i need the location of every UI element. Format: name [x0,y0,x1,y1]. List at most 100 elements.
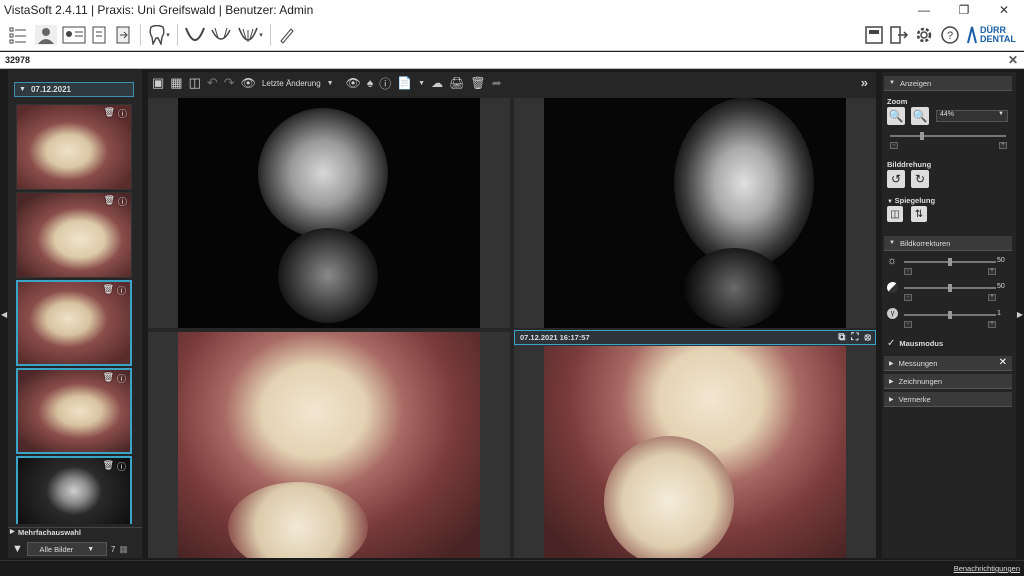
patient-card-icon[interactable] [60,23,88,47]
archive-icon[interactable] [862,23,886,47]
rotate-left-icon[interactable]: ↺ [887,170,905,188]
collapse-arrow-icon: ▶ [889,360,894,367]
open-external-icon[interactable]: ⧉ [838,332,845,343]
image-pane-top-right[interactable] [514,98,876,328]
jaw-upper-icon[interactable] [182,23,208,47]
help-icon[interactable]: ? [938,23,962,47]
image-filter-select[interactable]: Alle Bilder ▼ [26,542,107,556]
trash-icon[interactable]: 🗑 [104,107,115,118]
brightness-plus-button[interactable]: + [988,268,996,275]
delete-icon[interactable]: 🗑 [470,76,485,90]
cloud-icon[interactable]: ☁ [431,76,443,90]
section-zeichnungen[interactable]: ▶ Zeichnungen [884,374,1012,389]
close-icon[interactable]: ✕ [984,0,1024,20]
share-icon[interactable]: ➦ [492,76,502,90]
image-pane-bottom-left[interactable] [148,332,510,558]
gamma-minus-button[interactable]: - [904,321,912,328]
chevron-down-icon[interactable]: ▼ [418,80,425,87]
thumbnail-item[interactable]: 🗑 ⓘ [16,456,132,524]
patient-list-icon[interactable] [4,23,32,47]
gamma-slider[interactable] [904,311,996,319]
compare-eye-icon[interactable]: 👁 [346,76,361,90]
gallery-icon[interactable]: ▦ [119,544,128,555]
gamma-icon: γ [887,308,898,319]
main-area: ◀ ▶ ▼ 07.12.2021 🗑 ⓘ 🗑 ⓘ 🗑 ⓘ 🗑 ⓘ 🗑 ⓘ ▶ M… [0,70,1024,560]
restore-icon[interactable]: ❐ [944,0,984,20]
section-zeichnungen-label: Zeichnungen [898,376,942,386]
document-icon[interactable]: 📄 [397,76,412,90]
clear-measurements-icon[interactable]: ✕ [999,357,1007,368]
jaw-full-icon[interactable]: ▾ [234,23,266,47]
image-pane-top-left[interactable] [148,98,510,328]
document-edit-icon[interactable] [88,23,112,47]
fullscreen-icon[interactable]: ⛶ [851,332,858,343]
trash-icon[interactable]: 🗑 [104,195,115,206]
redo-icon[interactable]: ↷ [224,75,235,91]
logout-icon[interactable] [888,23,910,47]
history-label[interactable]: Letzte Änderung [262,79,321,88]
zoom-minus-button[interactable]: - [890,142,898,149]
chevron-down-icon[interactable]: ▼ [327,80,334,87]
contrast-plus-button[interactable]: + [988,294,996,301]
tooth-icon[interactable]: ▾ [145,23,173,47]
collapse-left-icon[interactable]: ◀ [1,310,7,319]
info-icon[interactable]: ⓘ [117,284,126,297]
thumbnail-item[interactable]: 🗑 ⓘ [16,192,132,278]
contrast-minus-button[interactable]: - [904,294,912,301]
section-anzeigen[interactable]: ▼ Anzeigen [884,76,1012,91]
expand-panel-icon[interactable]: » [861,75,868,90]
section-bildkorrekturen[interactable]: ▼ Bildkorrekturen [884,236,1012,251]
section-messungen[interactable]: ▶ Messungen ✕ [884,356,1012,371]
filter-icon[interactable]: ▼ [12,543,23,555]
jaw-lower-icon[interactable] [208,23,234,47]
patient-icon[interactable] [32,23,60,47]
trash-icon[interactable]: 🗑 [103,284,114,295]
trash-icon[interactable]: 🗑 [103,372,114,383]
info-icon[interactable]: ⓘ [118,107,127,120]
zoom-in-icon[interactable]: 🔍 [887,107,905,125]
brightness-value: 50 [997,257,1005,264]
rotate-right-icon[interactable]: ↻ [911,170,929,188]
info-circle-icon[interactable]: ⓘ [379,75,391,92]
gamma-plus-button[interactable]: + [988,321,996,328]
thumbnail-list: 🗑 ⓘ 🗑 ⓘ 🗑 ⓘ 🗑 ⓘ 🗑 ⓘ [16,104,134,524]
info-icon[interactable]: ⓘ [117,372,126,385]
thumbnail-item[interactable]: 🗑 ⓘ [16,368,132,454]
tooth-info-icon[interactable]: ♠ [367,76,373,90]
minimize-icon[interactable]: — [904,0,944,20]
info-icon[interactable]: ⓘ [118,195,127,208]
export-document-icon[interactable] [112,23,136,47]
mirror-horizontal-icon[interactable]: ◫ [887,206,903,222]
date-group-header[interactable]: ▼ 07.12.2021 [14,82,134,97]
collapse-right-icon[interactable]: ▶ [1017,310,1023,319]
layout-single-icon[interactable]: ▦ [170,75,182,91]
brightness-minus-button[interactable]: - [904,268,912,275]
pen-icon[interactable] [275,23,299,47]
zoom-plus-button[interactable]: + [999,142,1007,149]
brightness-slider[interactable] [904,258,996,266]
print-icon[interactable]: 🖨 [449,76,464,90]
camera-icon[interactable]: ▣ [152,75,164,91]
contrast-slider[interactable] [904,284,996,292]
section-vermerke[interactable]: ▶ Vermerke [884,392,1012,407]
trash-icon[interactable]: 🗑 [103,460,114,471]
info-icon[interactable]: ⓘ [117,460,126,473]
thumbnail-item[interactable]: 🗑 ⓘ [16,280,132,366]
mouse-mode-toggle[interactable]: ✓ Mausmodus [887,338,943,349]
eye-icon[interactable]: 👁 [241,76,256,90]
xray-image [544,98,846,328]
undo-icon[interactable]: ↶ [207,75,218,91]
notifications-link[interactable]: Benachrichtigungen [954,564,1020,573]
close-pane-icon[interactable]: ⦻ [864,332,871,343]
patient-bar-close-icon[interactable]: ✕ [1008,53,1018,67]
multi-select-toggle[interactable]: ▶ Mehrfachauswahl [8,527,142,539]
mirror-vertical-icon[interactable]: ⇅ [911,206,927,222]
image-pane-bottom-right[interactable]: 07.12.2021 16:17:57 ⧉ ⛶ ⦻ [514,330,876,558]
zoom-label: Zoom [887,97,908,106]
layout-split-icon[interactable]: ◫ [189,75,201,91]
thumbnail-item[interactable]: 🗑 ⓘ [16,104,132,190]
zoom-select[interactable]: 44% ▼ [936,110,1008,122]
settings-gear-icon[interactable] [912,23,936,47]
zoom-fit-icon[interactable]: 🔍 [911,107,929,125]
zoom-slider[interactable] [890,132,1006,140]
